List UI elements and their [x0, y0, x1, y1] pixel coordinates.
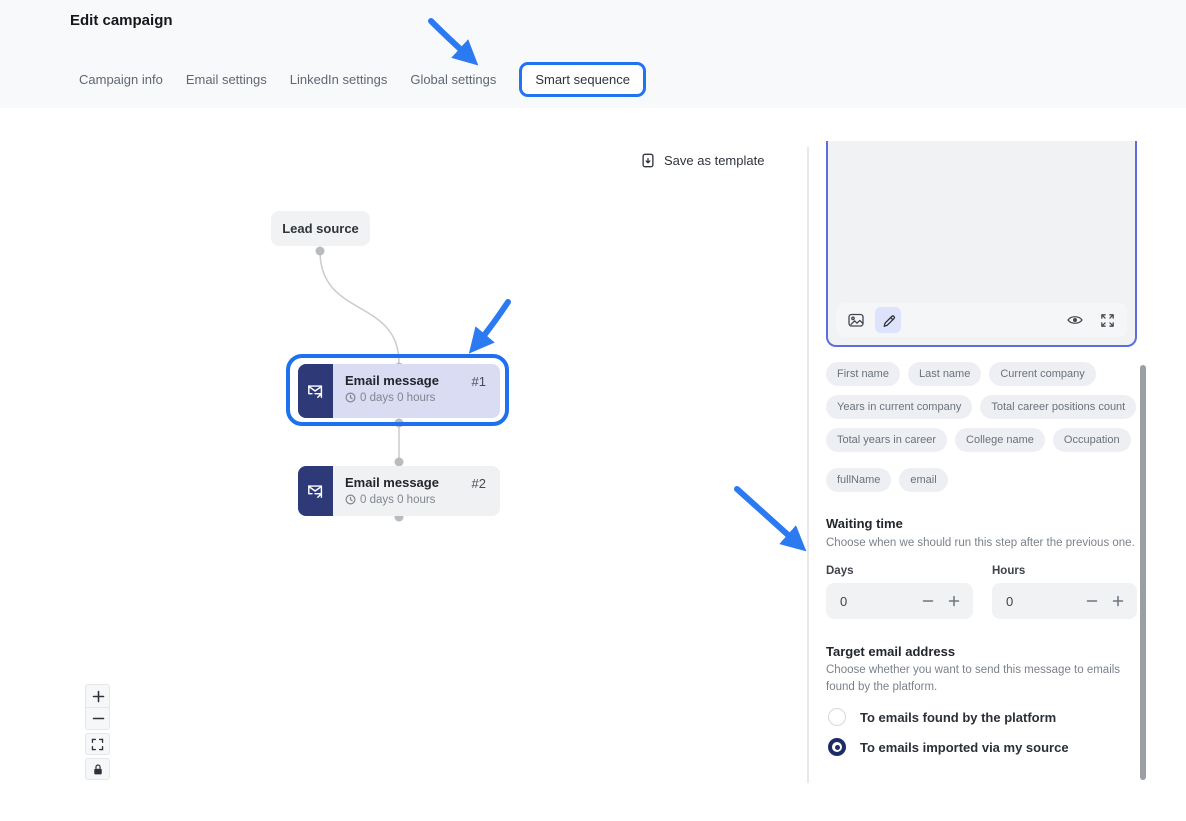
node-delay-text: 0 days 0 hours: [360, 392, 435, 404]
days-increment-button[interactable]: [941, 595, 967, 607]
edit-text-button[interactable]: [875, 307, 901, 333]
variable-chip[interactable]: Years in current company: [826, 395, 972, 419]
radio-option-label: To emails imported via my source: [860, 740, 1069, 755]
target-email-description: Choose whether you want to send this mes…: [826, 662, 1137, 695]
email-send-icon: [298, 466, 333, 516]
node-badge: #1: [472, 374, 486, 389]
email-message-node-1[interactable]: Email message #1 0 days 0 hours: [298, 364, 500, 418]
preview-eye-button[interactable]: [1062, 307, 1088, 333]
arrow-to-waiting-time: [737, 489, 797, 543]
node-title: Email message: [345, 475, 488, 491]
days-value[interactable]: 0: [840, 594, 915, 609]
tab-smart-sequence[interactable]: Smart sequence: [519, 62, 646, 97]
radio-option[interactable]: To emails imported via my source: [828, 738, 1139, 756]
hours-decrement-button[interactable]: [1079, 595, 1105, 607]
variable-chip[interactable]: College name: [955, 428, 1045, 452]
target-email-options: To emails found by the platform To emails…: [828, 708, 1139, 768]
tab-global-settings[interactable]: Global settings: [410, 64, 496, 95]
hours-label: Hours: [992, 565, 1025, 577]
header: Edit campaign Campaign info Email setting…: [0, 0, 1186, 108]
variable-chip[interactable]: First name: [826, 362, 900, 386]
variable-chip[interactable]: Total years in career: [826, 428, 947, 452]
clock-icon: [345, 392, 356, 403]
target-email-title: Target email address: [826, 644, 955, 659]
zoom-out-button[interactable]: [86, 707, 110, 729]
variable-chip[interactable]: Last name: [908, 362, 981, 386]
tab-linkedin-settings[interactable]: LinkedIn settings: [290, 64, 388, 95]
tab-bar: Campaign info Email settings LinkedIn sett…: [79, 58, 646, 100]
message-editor[interactable]: [826, 141, 1137, 347]
node-badge: #2: [472, 476, 486, 491]
days-label: Days: [826, 565, 854, 577]
custom-chip[interactable]: fullName: [826, 468, 891, 492]
save-as-template-button[interactable]: Save as template: [640, 152, 764, 169]
panel-scrollbar[interactable]: [1140, 365, 1146, 780]
save-template-icon: [640, 152, 656, 169]
email-send-icon: [298, 364, 333, 418]
days-stepper[interactable]: 0: [826, 583, 973, 619]
lock-canvas-button[interactable]: [85, 758, 110, 780]
arrow-to-email-node: [477, 302, 508, 344]
variable-chip[interactable]: Occupation: [1053, 428, 1131, 452]
lead-source-node[interactable]: Lead source: [271, 211, 370, 246]
waiting-time-description: Choose when we should run this step afte…: [826, 535, 1137, 552]
fit-view-button[interactable]: [85, 733, 110, 755]
tab-campaign-info[interactable]: Campaign info: [79, 64, 163, 95]
variable-chips: First name Last name Current company Years …: [826, 362, 1138, 461]
days-decrement-button[interactable]: [915, 595, 941, 607]
hours-stepper[interactable]: 0: [992, 583, 1137, 619]
waiting-time-title: Waiting time: [826, 516, 903, 531]
radio-unselected-icon[interactable]: [828, 708, 846, 726]
hours-value[interactable]: 0: [1006, 594, 1079, 609]
variable-chip[interactable]: Total career positions count: [980, 395, 1136, 419]
email-message-node-2[interactable]: Email message #2 0 days 0 hours: [298, 466, 500, 516]
insert-image-button[interactable]: [843, 307, 869, 333]
editor-toolbar: [836, 303, 1127, 337]
node-delay-text: 0 days 0 hours: [360, 494, 435, 506]
variable-chip[interactable]: Current company: [989, 362, 1095, 386]
canvas-zoom-controls: [85, 684, 110, 780]
save-as-template-label: Save as template: [664, 153, 764, 168]
radio-option-label: To emails found by the platform: [860, 710, 1056, 725]
tab-email-settings[interactable]: Email settings: [186, 64, 267, 95]
radio-option[interactable]: To emails found by the platform: [828, 708, 1139, 726]
clock-icon: [345, 494, 356, 505]
panel-divider: [807, 147, 809, 783]
custom-chip[interactable]: email: [899, 468, 947, 492]
lead-source-label: Lead source: [282, 221, 359, 236]
expand-editor-button[interactable]: [1094, 307, 1120, 333]
radio-selected-icon[interactable]: [828, 738, 846, 756]
custom-chips: fullName email: [826, 468, 1138, 492]
page-title: Edit campaign: [70, 12, 173, 29]
hours-increment-button[interactable]: [1105, 595, 1131, 607]
zoom-in-button[interactable]: [86, 685, 110, 707]
node-title: Email message: [345, 373, 488, 389]
